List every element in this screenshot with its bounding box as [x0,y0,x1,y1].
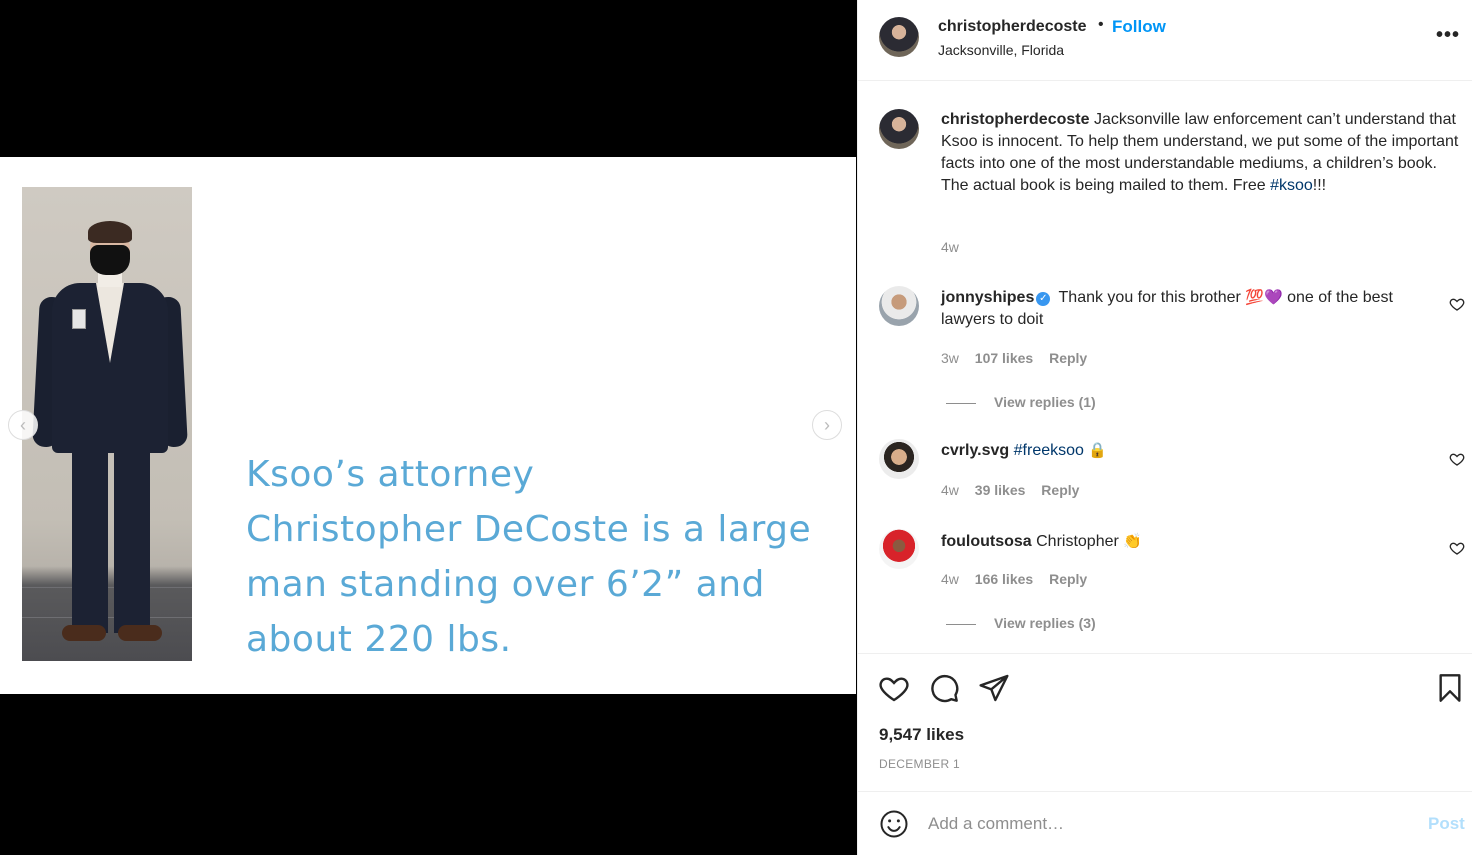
divider [946,623,976,625]
clapping-hands-emoji-icon: 👏 [1123,533,1142,550]
post-comment-button[interactable]: Post [1428,814,1465,834]
reply-button[interactable]: Reply [1049,571,1087,587]
carousel-slide: Ksoo’s attorney Christopher DeCoste is a… [0,157,856,694]
like-heart-icon[interactable] [878,672,910,704]
chevron-left-icon: ‹ [20,414,26,435]
post-actions: 9,547 likes DECEMBER 1 [858,653,1472,791]
slide-caption-text: Ksoo’s attorney Christopher DeCoste is a… [246,447,826,667]
timestamp[interactable]: 3w [941,350,959,366]
header-username[interactable]: christopherdecoste [938,18,1086,36]
reply-button[interactable]: Reply [1041,482,1079,498]
carousel-next-button[interactable]: › [812,410,842,440]
view-replies-label: View replies (1) [994,394,1096,410]
view-replies-button[interactable]: View replies (3) [946,615,1096,631]
view-replies-label: View replies (3) [994,615,1096,631]
like-comment-heart-icon[interactable] [1449,451,1465,467]
lock-emoji-icon: 🔒 [1088,442,1108,459]
comment-bubble-icon[interactable] [928,672,960,704]
post-likes-count[interactable]: 9,547 likes [879,725,964,745]
caption-text-end: !!! [1312,177,1327,194]
comment-item: jonnyshipes ✓ Thank you for this brother … [941,287,1441,331]
location-link[interactable]: Jacksonville, Florida [938,42,1064,58]
slide-caption-line: Ksoo’s attorney [246,454,535,495]
comment-meta: 4w 39 likes Reply [941,482,1091,498]
add-comment-bar: Post [858,791,1472,855]
comment-item: cvrly.svg #freeksoo 🔒 [941,440,1441,462]
comment-text: Thank you for this brother [1058,289,1246,306]
caption-username[interactable]: christopherdecoste [941,111,1089,128]
avatar[interactable] [879,439,919,479]
chevron-right-icon: › [824,414,830,435]
follow-button[interactable]: Follow [1112,17,1166,37]
slide-caption-line: man standing over 6’2” and [246,564,765,605]
comment-username[interactable]: jonnyshipes [941,289,1034,306]
avatar[interactable] [879,286,919,326]
post-details-panel: christopherdecoste • Follow Jacksonville… [857,0,1472,855]
likes-count[interactable]: 107 likes [975,350,1033,366]
separator-dot: • [1098,16,1104,33]
avatar[interactable] [879,529,919,569]
attorney-photo [22,187,192,661]
comment-text: Christopher [1036,533,1124,550]
comment-input[interactable] [928,810,1408,838]
slide-caption-line: Christopher DeCoste is a large [246,509,812,550]
purple-heart-emoji-icon: 💜 [1263,289,1283,306]
comment-meta: 4w 166 likes Reply [941,571,1099,587]
comment-username[interactable]: fouloutsosa [941,533,1032,550]
post-media: Ksoo’s attorney Christopher DeCoste is a… [0,0,856,855]
like-comment-heart-icon[interactable] [1449,296,1465,312]
hashtag-link[interactable]: #ksoo [1270,177,1313,194]
share-paper-plane-icon[interactable] [978,672,1010,704]
post-header: christopherdecoste • Follow Jacksonville… [858,0,1472,81]
divider [946,402,976,404]
comment-meta: 3w 107 likes Reply [941,350,1099,366]
timestamp[interactable]: 4w [941,239,959,255]
timestamp[interactable]: 4w [941,482,959,498]
save-bookmark-icon[interactable] [1434,672,1466,704]
emoji-smiley-icon[interactable] [879,809,909,839]
hashtag-link[interactable]: #freeksoo [1014,442,1084,459]
timestamp[interactable]: 4w [941,571,959,587]
slide-caption-line: about 220 lbs. [246,619,512,660]
caption-age: 4w [941,239,971,255]
more-options-icon[interactable]: ••• [1436,24,1460,47]
comments-section: christopherdecoste Jacksonville law enfo… [858,82,1472,653]
avatar[interactable] [879,109,919,149]
likes-count[interactable]: 39 likes [975,482,1026,498]
post-caption: christopherdecoste Jacksonville law enfo… [941,109,1466,197]
hundred-points-emoji-icon: 💯 [1245,289,1264,306]
comment-username[interactable]: cvrly.svg [941,442,1009,459]
reply-button[interactable]: Reply [1049,350,1087,366]
post-date[interactable]: DECEMBER 1 [879,757,960,771]
view-replies-button[interactable]: View replies (1) [946,394,1096,410]
comment-item: fouloutsosa Christopher 👏 [941,531,1441,553]
like-comment-heart-icon[interactable] [1449,540,1465,556]
verified-badge-icon: ✓ [1036,292,1051,306]
carousel-prev-button[interactable]: ‹ [8,410,38,440]
avatar[interactable] [879,17,919,57]
likes-count[interactable]: 166 likes [975,571,1033,587]
